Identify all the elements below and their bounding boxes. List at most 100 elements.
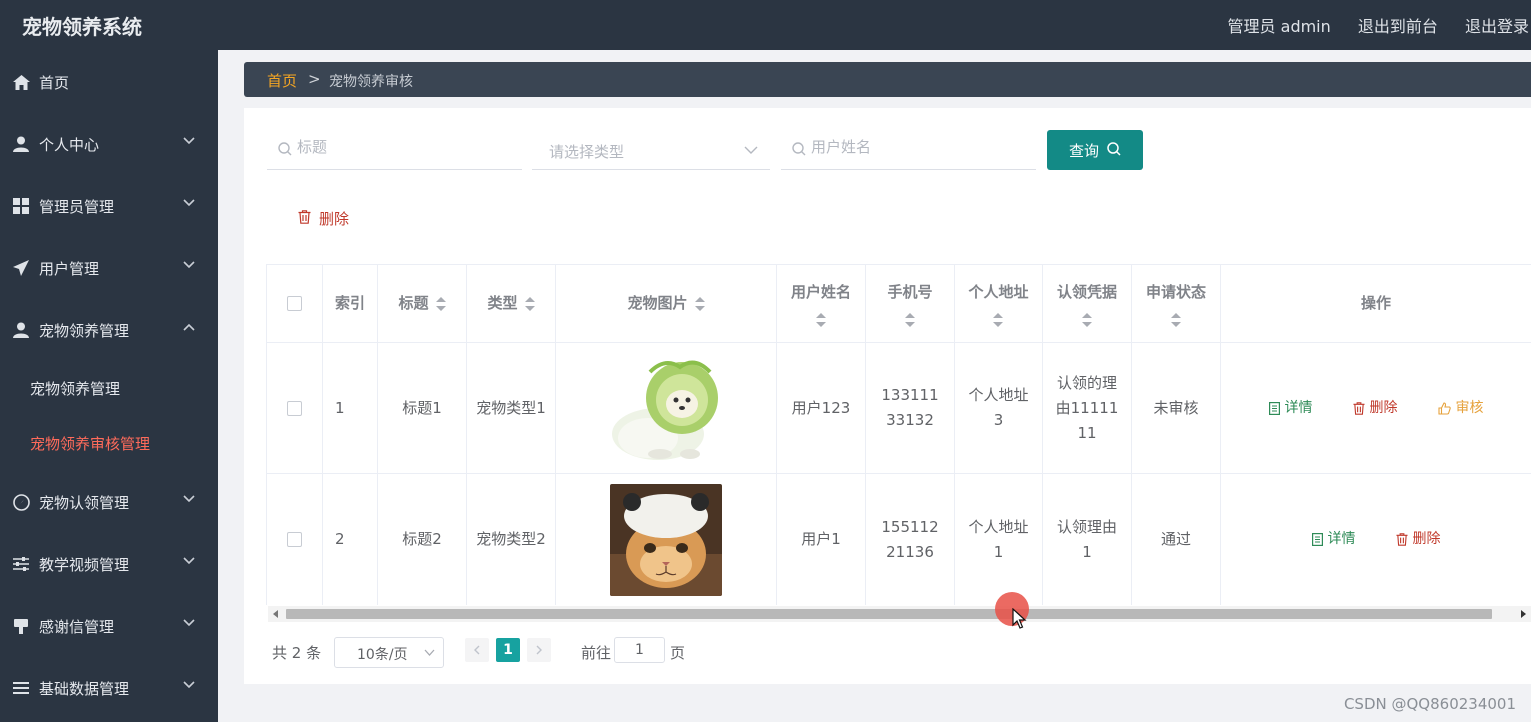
header-address-label: 个人地址	[968, 283, 1029, 301]
query-button-label: 查询	[1069, 142, 1100, 160]
goto-suffix: 页	[670, 644, 686, 662]
select-all-checkbox[interactable]	[287, 296, 302, 311]
sidebar-item-teaching-video-management[interactable]: 教学视频管理	[0, 544, 218, 584]
sidebar-item-label: 个人中心	[39, 136, 100, 154]
header-status-label: 申请状态	[1145, 283, 1206, 301]
data-table: 索引 标题 类型 宠物图片 用户姓名 手机号 个人地址 认领凭据 申请状态 操作…	[266, 264, 1531, 605]
sort-icon[interactable]	[435, 296, 446, 311]
query-button[interactable]: 查询	[1047, 130, 1143, 170]
row-index: 2	[335, 530, 345, 548]
chevron-up-icon	[183, 323, 195, 331]
row-phone-cell: 15511221136	[866, 474, 955, 605]
row-delete-button[interactable]: 删除	[1352, 396, 1398, 421]
chevron-down-icon	[183, 199, 195, 207]
row-delete-button[interactable]: 删除	[1395, 527, 1441, 552]
header-image-label: 宠物图片	[627, 294, 688, 312]
username-search-field	[781, 130, 1036, 170]
detail-button[interactable]: 详情	[1268, 396, 1313, 421]
trash-icon	[1395, 533, 1408, 546]
chevron-down-icon	[744, 146, 758, 154]
horizontal-scrollbar[interactable]	[268, 606, 1531, 622]
table-header-address[interactable]: 个人地址	[955, 265, 1043, 343]
scroll-left-arrow-icon[interactable]	[273, 610, 278, 618]
next-page-button[interactable]	[527, 638, 551, 662]
table-header-actions: 操作	[1221, 265, 1531, 343]
chevron-down-icon	[183, 261, 195, 269]
sidebar-subitem-pet-adoption-review[interactable]: 宠物领养审核管理	[0, 423, 218, 463]
sidebar-item-personal-center[interactable]: 个人中心	[0, 124, 218, 164]
sort-icon[interactable]	[694, 296, 705, 311]
document-icon	[1268, 401, 1280, 415]
compass-icon	[12, 493, 30, 511]
header-index-label: 索引	[334, 294, 365, 312]
type-select[interactable]: 请选择类型	[532, 130, 770, 170]
page-size-select[interactable]: 10条/页	[334, 637, 444, 668]
row-type-cell: 宠物类型1	[467, 343, 556, 474]
sidebar-item-pet-claim-management[interactable]: 宠物认领管理	[0, 482, 218, 522]
table-header-image[interactable]: 宠物图片	[556, 265, 777, 343]
sidebar-item-base-data-management[interactable]: 基础数据管理	[0, 668, 218, 708]
front-page-link[interactable]: 退出到前台	[1358, 17, 1438, 36]
table-header-proof[interactable]: 认领凭据	[1043, 265, 1132, 343]
sidebar-item-user-management[interactable]: 用户管理	[0, 248, 218, 288]
goto-label: 前往	[581, 644, 612, 662]
sidebar-item-label: 宠物认领管理	[39, 494, 130, 512]
title-search-input[interactable]	[297, 138, 497, 156]
page-size-label: 10条/页	[357, 647, 408, 663]
scrollbar-thumb[interactable]	[286, 609, 1492, 619]
sidebar-subitem-pet-adoption[interactable]: 宠物领养管理	[0, 368, 218, 408]
watermark: CSDN @QQ860234001	[1343, 695, 1516, 713]
detail-button[interactable]: 详情	[1311, 527, 1356, 552]
username-search-input[interactable]	[811, 138, 1011, 156]
sidebar-item-label: 管理员管理	[39, 198, 115, 216]
header-proof-label: 认领凭据	[1056, 283, 1117, 301]
row-checkbox[interactable]	[287, 400, 302, 416]
sidebar-item-home[interactable]: 首页	[0, 62, 218, 102]
scroll-right-arrow-icon[interactable]	[1521, 610, 1526, 618]
row-image-cell	[556, 474, 777, 605]
sidebar-item-admin-management[interactable]: 管理员管理	[0, 186, 218, 226]
logout-link[interactable]: 退出登录	[1465, 17, 1529, 36]
sidebar-item-label: 教学视频管理	[39, 556, 130, 574]
detail-label: 详情	[1284, 399, 1313, 416]
admin-user-label[interactable]: 管理员 admin	[1228, 17, 1331, 36]
row-actions-cell: 详情 删除 审核	[1221, 343, 1531, 474]
header-username-label: 用户姓名	[790, 283, 851, 301]
search-icon	[278, 142, 292, 156]
sort-icon[interactable]	[904, 313, 915, 327]
cabbage-dog-photo[interactable]	[610, 352, 722, 464]
table-header-title[interactable]: 标题	[378, 265, 467, 343]
sort-icon[interactable]	[524, 296, 535, 311]
sort-icon[interactable]	[1081, 313, 1092, 327]
breadcrumb: 首页 > 宠物领养审核	[244, 62, 1531, 97]
row-image-cell	[556, 343, 777, 474]
table-header-username[interactable]: 用户姓名	[777, 265, 866, 343]
table-header-status[interactable]: 申请状态	[1132, 265, 1221, 343]
breadcrumb-home-link[interactable]: 首页	[267, 70, 297, 91]
list-icon	[12, 679, 30, 697]
row-phone-cell: 13311133132	[866, 343, 955, 474]
audit-button[interactable]: 审核	[1437, 396, 1484, 421]
row-checkbox[interactable]	[287, 532, 302, 547]
sidebar-item-thank-you-letter-management[interactable]: 感谢信管理	[0, 606, 218, 646]
goto-page-input[interactable]	[614, 637, 665, 663]
sort-icon[interactable]	[1170, 313, 1181, 327]
row-address-cell: 个人地址3	[955, 343, 1043, 474]
cat-with-hat-photo[interactable]	[610, 483, 722, 596]
table-header-type[interactable]: 类型	[467, 265, 556, 343]
chevron-down-icon	[424, 649, 435, 656]
table-header-phone[interactable]: 手机号	[866, 265, 955, 343]
row-proof-cell: 认领理由1	[1043, 474, 1132, 605]
sort-icon[interactable]	[993, 313, 1004, 327]
row-title-cell: 标题1	[378, 343, 467, 474]
row-title-cell: 标题2	[378, 474, 467, 605]
row-index: 1	[335, 398, 345, 417]
sidebar-item-pet-adoption-management[interactable]: 宠物领养管理	[0, 310, 218, 350]
total-count: 共 2 条	[272, 644, 322, 662]
chevron-left-icon	[474, 645, 480, 655]
prev-page-button[interactable]	[465, 638, 489, 662]
header-phone-label: 手机号	[887, 283, 933, 301]
sort-icon[interactable]	[815, 313, 826, 327]
row-proof: 认领的理由1111111	[1055, 373, 1119, 442]
page-number-1[interactable]: 1	[496, 638, 520, 662]
